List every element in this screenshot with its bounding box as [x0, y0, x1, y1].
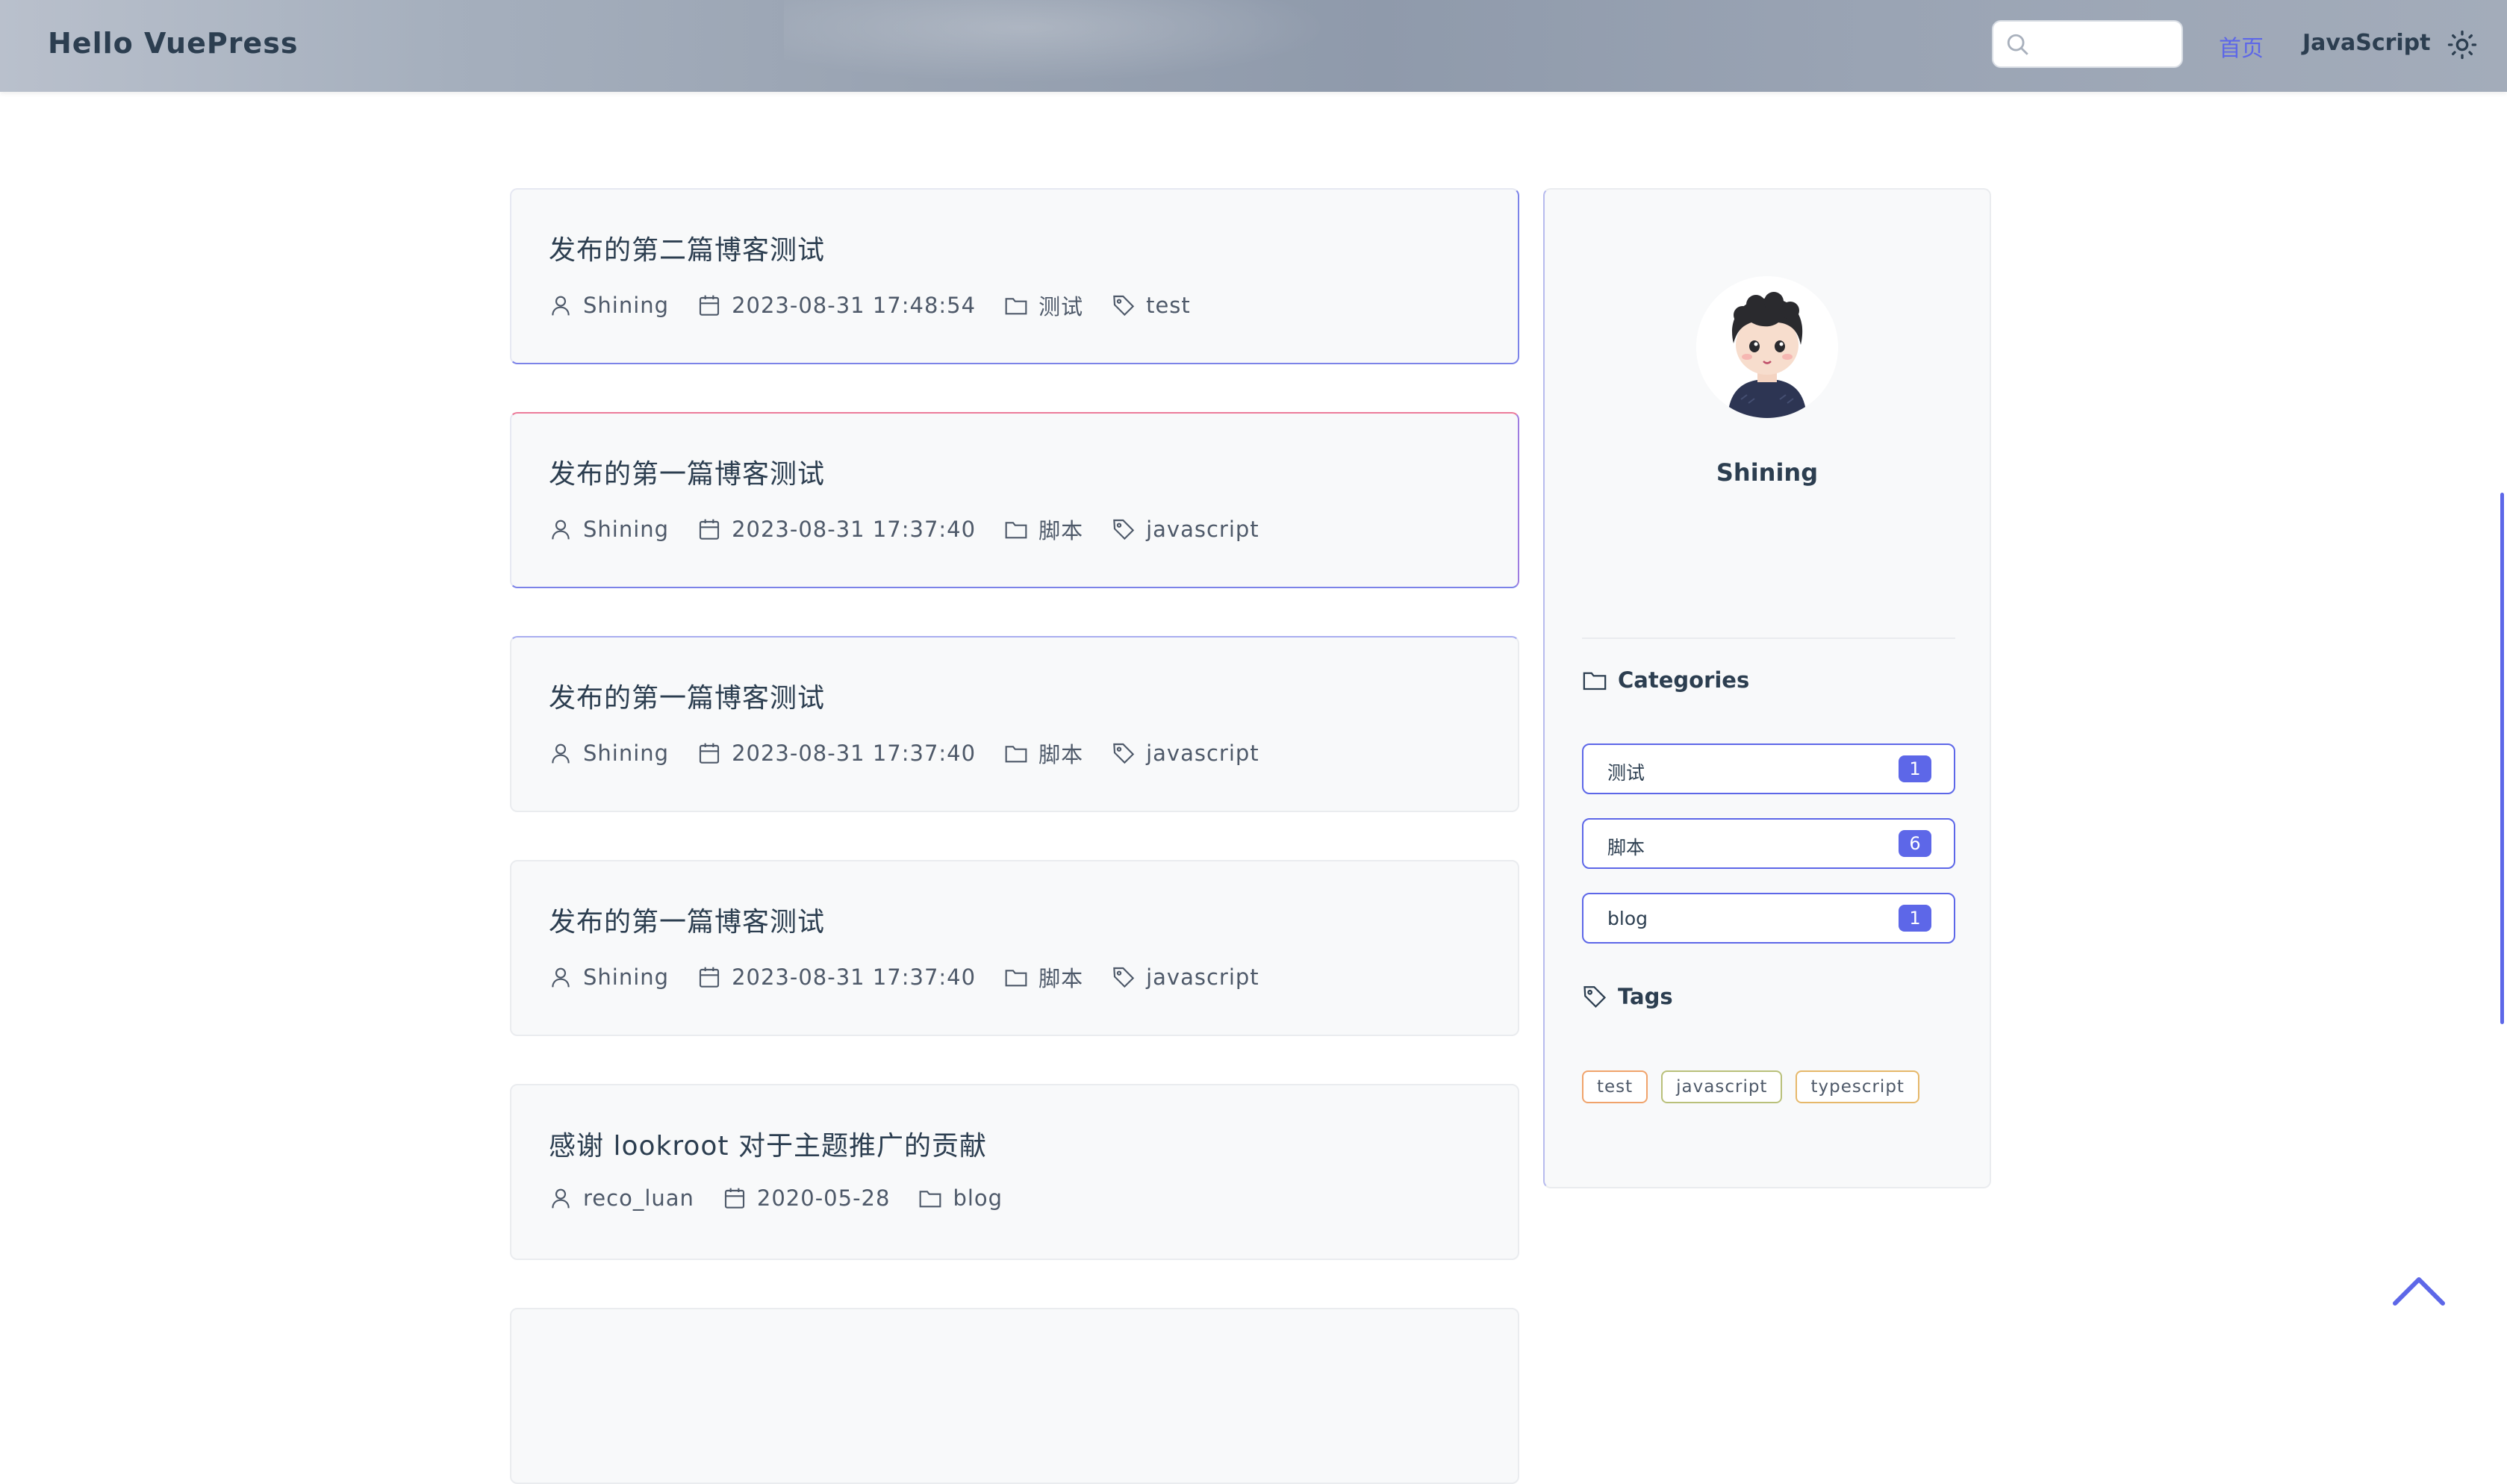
category-item[interactable]: 脚本 6	[1582, 818, 1955, 869]
sun-icon[interactable]	[2447, 30, 2477, 60]
tag-chip[interactable]: test	[1582, 1070, 1648, 1103]
tag-chip[interactable]: javascript	[1661, 1070, 1783, 1103]
post-author: Shining	[549, 964, 669, 990]
category-count-badge: 1	[1899, 755, 1931, 782]
folder-icon	[1583, 672, 1607, 690]
post-meta: Shining 2023-08-31 17:37:40 脚本 javascrip…	[549, 961, 1288, 993]
post-title[interactable]: 发布的第一篇博客测试	[549, 676, 825, 715]
site-title[interactable]: Hello VuePress	[48, 27, 298, 60]
scrollbar-thumb[interactable]	[2500, 493, 2504, 1024]
post-title[interactable]: 感谢 lookroot 对于主题推广的贡献	[549, 1124, 987, 1163]
post-author: Shining	[549, 517, 669, 542]
post-author: Shining	[549, 741, 669, 766]
post-card[interactable]	[510, 1308, 1519, 1484]
category-label: blog	[1607, 908, 1648, 929]
post-date: 2020-05-28	[723, 1185, 891, 1211]
post-meta: Shining 2023-08-31 17:37:40 脚本 javascrip…	[549, 514, 1288, 545]
search-icon	[2007, 34, 2028, 55]
post-card[interactable]: 感谢 lookroot 对于主题推广的贡献 reco_luan 2020-05-…	[510, 1084, 1519, 1260]
categories-heading: Categories	[1582, 667, 1749, 693]
folder-icon	[1005, 522, 1027, 539]
post-tag[interactable]: javascript	[1112, 741, 1259, 766]
calendar-icon	[700, 967, 720, 988]
user-icon	[552, 967, 570, 988]
avatar-illustration	[1696, 276, 1838, 418]
category-item[interactable]: blog 1	[1582, 893, 1955, 944]
navbar: Hello VuePress 首页 JavaScript	[0, 0, 2507, 92]
post-date: 2023-08-31 17:37:40	[697, 741, 976, 766]
user-icon	[552, 520, 570, 540]
post-tag[interactable]: javascript	[1112, 517, 1259, 542]
search-input[interactable]	[2038, 29, 2176, 60]
category-count-badge: 1	[1899, 905, 1931, 932]
avatar	[1696, 276, 1838, 418]
post-meta: reco_luan 2020-05-28 blog	[549, 1185, 1031, 1211]
folder-icon	[1005, 298, 1027, 315]
tag-icon	[1583, 986, 1607, 1008]
calendar-icon	[700, 519, 720, 540]
calendar-icon	[700, 743, 720, 764]
folder-icon	[1005, 970, 1027, 987]
calendar-icon	[700, 295, 720, 316]
nav-link-home[interactable]: 首页	[2219, 30, 2264, 63]
post-card[interactable]: 发布的第一篇博客测试 Shining 2023-08-31 17:37:40 脚…	[510, 412, 1519, 588]
category-item[interactable]: 测试 1	[1582, 743, 1955, 794]
post-card[interactable]: 发布的第一篇博客测试 Shining 2023-08-31 17:37:40 脚…	[510, 636, 1519, 812]
post-title[interactable]: 发布的第一篇博客测试	[549, 900, 825, 939]
post-author: reco_luan	[549, 1185, 694, 1211]
tag-icon	[1113, 519, 1135, 540]
post-card[interactable]: 发布的第二篇博客测试 Shining 2023-08-31 17:48:54 测…	[510, 188, 1519, 364]
folder-icon	[920, 1191, 941, 1208]
user-icon	[552, 743, 570, 764]
tag-icon	[1113, 295, 1135, 317]
tag-chip[interactable]: typescript	[1796, 1070, 1919, 1103]
post-title[interactable]: 发布的第一篇博客测试	[549, 452, 825, 491]
post-meta: Shining 2023-08-31 17:48:54 测试 test	[549, 290, 1219, 321]
search-box[interactable]	[1992, 20, 2183, 68]
post-card[interactable]: 发布的第一篇博客测试 Shining 2023-08-31 17:37:40 脚…	[510, 860, 1519, 1036]
post-tag[interactable]: test	[1112, 293, 1191, 318]
post-tag[interactable]: javascript	[1112, 964, 1259, 990]
tag-icon	[1113, 967, 1135, 988]
post-category[interactable]: 脚本	[1004, 738, 1083, 769]
folder-icon	[1005, 746, 1027, 763]
author-name: Shining	[1716, 458, 1819, 487]
tag-cloud: test javascript typescript	[1582, 1070, 1933, 1103]
category-count-badge: 6	[1899, 830, 1931, 857]
author-sidebar: Shining Categories 测试 1 脚本 6 blog 1 Tags…	[1543, 188, 1991, 1188]
post-meta: Shining 2023-08-31 17:37:40 脚本 javascrip…	[549, 738, 1288, 769]
post-category[interactable]: blog	[918, 1185, 1003, 1211]
post-category[interactable]: 测试	[1004, 290, 1083, 321]
user-icon	[552, 296, 570, 316]
post-category[interactable]: 脚本	[1004, 961, 1083, 993]
tag-icon	[1113, 743, 1135, 764]
calendar-icon	[724, 1188, 744, 1209]
nav-link-javascript[interactable]: JavaScript	[2302, 30, 2431, 56]
user-icon	[552, 1188, 570, 1209]
post-title[interactable]: 发布的第二篇博客测试	[549, 228, 825, 267]
chevron-up-icon[interactable]	[2389, 1269, 2449, 1311]
post-category[interactable]: 脚本	[1004, 514, 1083, 545]
category-label: 脚本	[1607, 837, 1645, 858]
post-date: 2023-08-31 17:48:54	[697, 293, 976, 318]
tags-heading: Tags	[1582, 984, 1673, 1009]
divider	[1582, 637, 1955, 639]
post-author: Shining	[549, 293, 669, 318]
post-date: 2023-08-31 17:37:40	[697, 964, 976, 990]
post-date: 2023-08-31 17:37:40	[697, 517, 976, 542]
category-label: 测试	[1607, 762, 1645, 784]
